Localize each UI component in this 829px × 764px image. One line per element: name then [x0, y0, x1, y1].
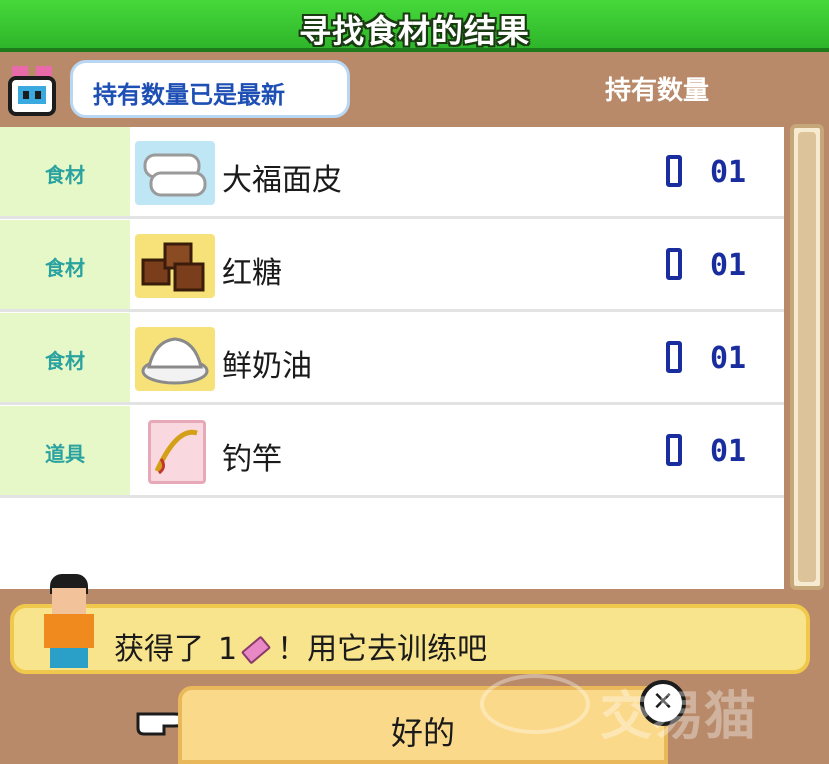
- quantity-indicator: [666, 155, 682, 187]
- watermark-logo: 交易猫: [480, 666, 810, 747]
- fresh-cream-icon: [135, 327, 215, 391]
- mochi-wrapper-icon: [135, 141, 215, 205]
- robot-assistant-icon: [2, 66, 62, 124]
- item-name: 红糖: [222, 256, 282, 291]
- page-title: 寻找食材的结果: [298, 12, 530, 50]
- pencil-icon: [240, 635, 272, 664]
- reward-message-bar: 获得了 1 ！用它去训练吧: [10, 604, 810, 674]
- item-name: 鲜奶油: [222, 349, 312, 384]
- scrollbar-thumb[interactable]: [798, 132, 816, 582]
- quantity-indicator: [666, 341, 682, 373]
- quantity-indicator: [666, 434, 682, 466]
- item-name: 钓竿: [222, 442, 282, 477]
- item-name: 大福面皮: [222, 163, 342, 198]
- reward-count: 1: [218, 632, 238, 667]
- item-quantity: 01: [710, 434, 747, 469]
- list-item[interactable]: 食材 大福面皮 01: [0, 127, 784, 219]
- item-list: 食材 大福面皮 01 食材 红糖 01 食材 鲜奶油 01 道具 钓竿 01: [0, 127, 784, 589]
- list-item[interactable]: 食材 鲜奶油 01: [0, 313, 784, 405]
- item-category: 食材: [45, 163, 85, 187]
- fishing-rod-icon: [148, 420, 206, 484]
- item-quantity: 01: [710, 341, 747, 376]
- scrollbar[interactable]: [790, 124, 824, 590]
- item-category: 食材: [45, 349, 85, 373]
- list-item[interactable]: 道具 钓竿 01: [0, 406, 784, 498]
- quantity-column-header: 持有数量: [605, 76, 710, 106]
- status-speech-bubble: 持有数量已是最新: [70, 60, 350, 118]
- title-bar: 寻找食材的结果: [0, 0, 829, 52]
- quantity-indicator: [666, 248, 682, 280]
- item-category: 道具: [45, 442, 85, 466]
- item-quantity: 01: [710, 155, 747, 190]
- list-item[interactable]: 食材 红糖 01: [0, 220, 784, 312]
- brown-sugar-icon: [135, 234, 215, 298]
- reward-message: 获得了 1 ！用它去训练吧: [114, 632, 488, 667]
- item-quantity: 01: [710, 248, 747, 283]
- character-avatar: [40, 574, 100, 672]
- item-category: 食材: [45, 256, 85, 280]
- status-message: 持有数量已是最新: [93, 81, 285, 109]
